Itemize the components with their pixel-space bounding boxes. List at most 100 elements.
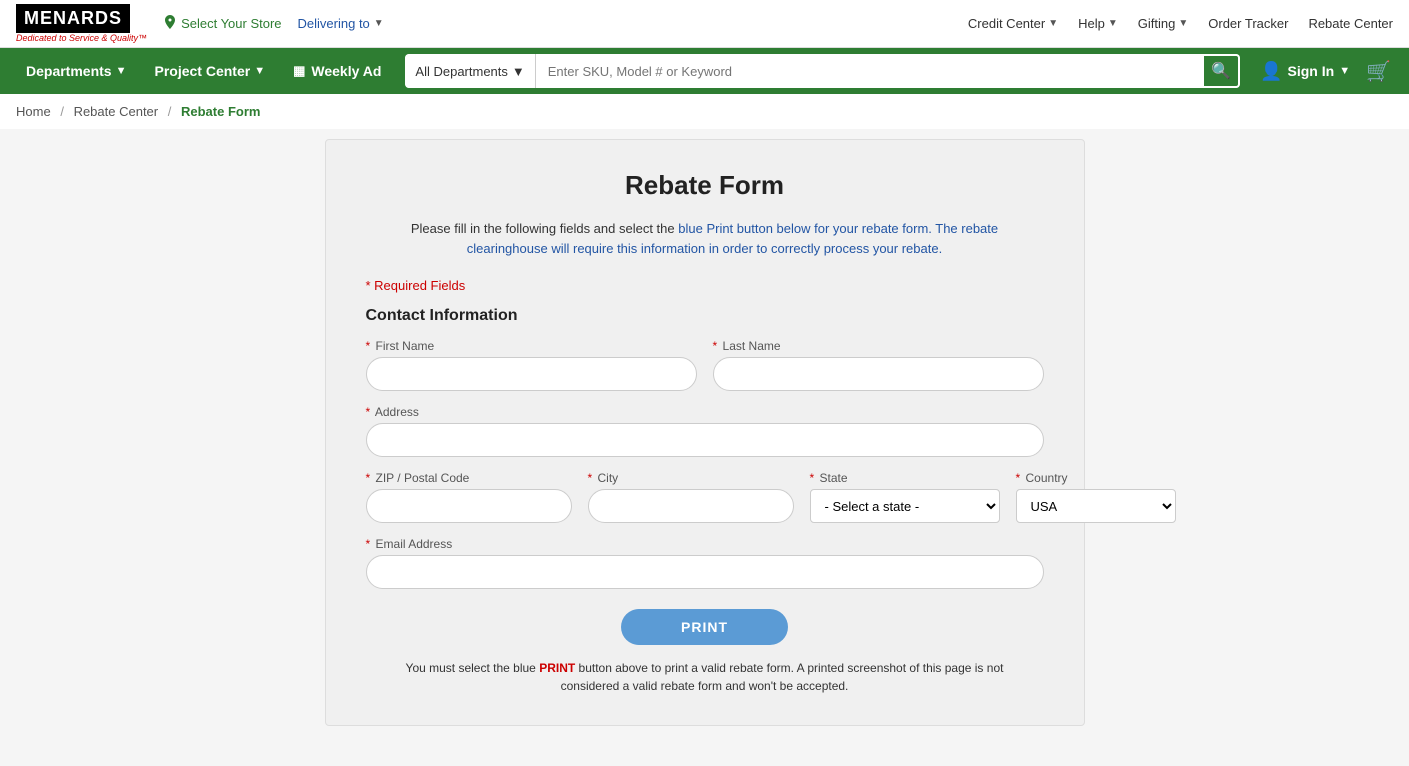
breadcrumb: Home / Rebate Center / Rebate Form [0,94,1409,129]
store-select-label: Select Your Store [181,16,281,31]
first-name-group: * First Name [366,339,697,391]
state-req: * [810,471,815,485]
cart-button[interactable]: 🛒 [1360,59,1397,84]
first-name-req: * [366,339,371,353]
top-bar-left: MENARDS Dedicated to Service & Quality™ … [16,4,384,43]
zip-group: * ZIP / Postal Code [366,471,572,523]
departments-nav[interactable]: Departments ▼ [12,48,140,94]
last-name-label: * Last Name [713,339,1044,353]
location-row: * ZIP / Postal Code * City * State - Sel [366,471,1044,523]
country-group: * Country USA Canada [1016,471,1176,523]
first-name-label-text: First Name [376,339,435,353]
rebate-center-label: Rebate Center [1308,16,1393,31]
sign-in-label: Sign In [1288,63,1335,79]
search-input[interactable] [536,54,1202,88]
country-req: * [1016,471,1021,485]
credit-center-chevron: ▼ [1048,18,1058,29]
order-tracker-link[interactable]: Order Tracker [1208,16,1288,31]
name-row: * First Name * Last Name [366,339,1044,391]
all-departments-label: All Departments [415,64,507,79]
search-wrapper: All Departments ▼ 🔍 [405,54,1240,88]
project-center-nav[interactable]: Project Center ▼ [140,48,279,94]
breadcrumb-current: Rebate Form [181,104,260,119]
email-row: * Email Address [366,537,1044,589]
top-bar: MENARDS Dedicated to Service & Quality™ … [0,0,1409,48]
department-select[interactable]: All Departments ▼ [405,54,535,88]
search-icon: 🔍 [1211,61,1231,81]
credit-center-link[interactable]: Credit Center ▼ [968,16,1058,31]
weekly-ad-nav[interactable]: ▦ Weekly Ad [279,48,395,94]
last-name-label-text: Last Name [723,339,781,353]
breadcrumb-rebate-center[interactable]: Rebate Center [74,104,159,119]
zip-input[interactable] [366,489,572,523]
city-input[interactable] [588,489,794,523]
email-req: * [366,537,371,551]
search-button[interactable]: 🔍 [1202,54,1240,88]
blue-clearinghouse-text: clearinghouse will require this informat… [467,241,942,256]
sign-in-button[interactable]: 👤 Sign In ▼ [1250,61,1360,82]
state-group: * State - Select a state - Alabama Alask… [810,471,1000,523]
sign-in-chevron: ▼ [1339,65,1350,77]
gifting-chevron: ▼ [1178,18,1188,29]
state-label-text: State [820,471,848,485]
gifting-link[interactable]: Gifting ▼ [1138,16,1188,31]
zip-req: * [366,471,371,485]
project-center-label: Project Center [154,63,250,79]
print-highlight: PRINT [539,661,575,675]
address-input[interactable] [366,423,1044,457]
city-label: * City [588,471,794,485]
required-note: * Required Fields [366,278,1044,293]
email-input[interactable] [366,555,1044,589]
dept-chevron: ▼ [512,64,525,79]
print-button[interactable]: PRINT [621,609,788,645]
address-label: * Address [366,405,1044,419]
print-note-text-1: You must select the blue PRINT button ab… [406,661,1004,675]
email-group: * Email Address [366,537,1044,589]
location-pin-icon [163,15,177,33]
print-note: You must select the blue PRINT button ab… [366,659,1044,695]
address-group: * Address [366,405,1044,457]
logo-area: MENARDS Dedicated to Service & Quality™ [16,4,147,43]
email-label-text: Email Address [376,537,453,551]
help-chevron: ▼ [1108,18,1118,29]
first-name-input[interactable] [366,357,697,391]
description-text-1: Please fill in the following fields and … [411,221,998,236]
user-icon: 👤 [1260,61,1282,82]
email-label: * Email Address [366,537,1044,551]
zip-label-text: ZIP / Postal Code [376,471,470,485]
breadcrumb-sep-2: / [168,104,172,119]
rebate-center-link[interactable]: Rebate Center [1308,16,1393,31]
top-bar-right: Credit Center ▼ Help ▼ Gifting ▼ Order T… [968,16,1393,31]
address-label-text: Address [375,405,419,419]
print-note-text-2: considered a valid rebate form and won't… [561,679,849,693]
menards-logo: MENARDS [16,4,130,33]
weekly-ad-label: Weekly Ad [311,63,381,79]
credit-center-label: Credit Center [968,16,1045,31]
address-req: * [366,405,371,419]
nav-bar: Departments ▼ Project Center ▼ ▦ Weekly … [0,48,1409,94]
first-name-label: * First Name [366,339,697,353]
departments-chevron: ▼ [116,65,127,77]
address-row: * Address [366,405,1044,457]
last-name-req: * [713,339,718,353]
state-select[interactable]: - Select a state - Alabama Alaska Arizon… [810,489,1000,523]
form-title: Rebate Form [366,170,1044,201]
delivering-to[interactable]: Delivering to ▼ [298,16,384,31]
city-label-text: City [598,471,619,485]
cart-icon: 🛒 [1366,61,1391,83]
store-select[interactable]: Select Your Store [163,15,281,33]
zip-label: * ZIP / Postal Code [366,471,572,485]
main-content: Rebate Form Please fill in the following… [0,129,1409,766]
print-btn-container: PRINT [366,609,1044,645]
last-name-group: * Last Name [713,339,1044,391]
country-select[interactable]: USA Canada [1016,489,1176,523]
help-label: Help [1078,16,1105,31]
description-text-2: clearinghouse will require this informat… [467,241,942,256]
form-description: Please fill in the following fields and … [366,219,1044,258]
last-name-input[interactable] [713,357,1044,391]
logo-tagline: Dedicated to Service & Quality™ [16,33,147,43]
weekly-ad-icon: ▦ [293,63,305,79]
help-link[interactable]: Help ▼ [1078,16,1118,31]
breadcrumb-home[interactable]: Home [16,104,51,119]
departments-label: Departments [26,63,112,79]
